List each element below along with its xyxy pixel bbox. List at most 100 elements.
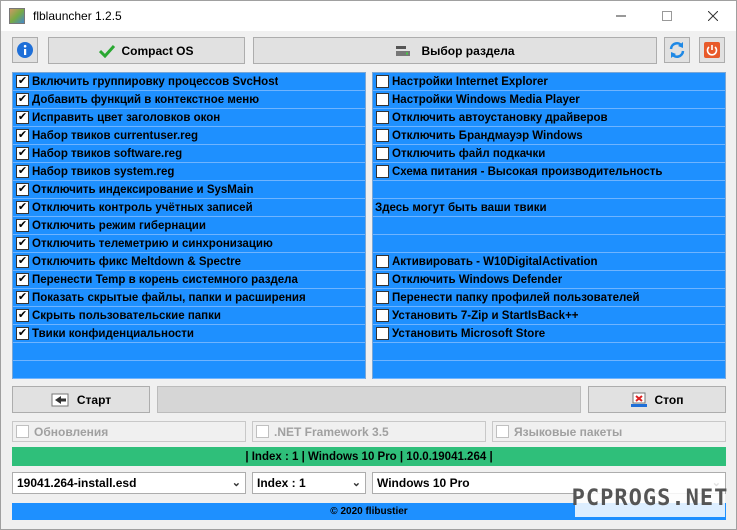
tweak-label: Набор твиков software.reg	[32, 147, 183, 160]
tweak-row[interactable]: Активировать - W10DigitalActivation	[373, 253, 725, 271]
window-controls	[598, 1, 736, 31]
tweak-row[interactable]: ✔ Твики конфиденциальности	[13, 325, 365, 343]
tweak-checkbox[interactable]: ✔	[16, 75, 29, 88]
tweak-row[interactable]: Отключить автоустановку драйверов	[373, 109, 725, 127]
stop-icon	[630, 392, 647, 407]
tweak-checkbox[interactable]	[376, 291, 389, 304]
start-label: Старт	[76, 392, 112, 407]
tweak-row[interactable]: Перенести папку профилей пользователей	[373, 289, 725, 307]
close-button[interactable]	[690, 1, 736, 31]
tweak-checkbox[interactable]: ✔	[16, 111, 29, 124]
tweak-checkbox[interactable]: ✔	[16, 309, 29, 322]
tweak-checkbox[interactable]	[376, 93, 389, 106]
tweak-row[interactable]: Установить 7-Zip и StartIsBack++	[373, 307, 725, 325]
watermark-text: PCPROGS.NET	[571, 485, 729, 511]
tweak-checkbox[interactable]: ✔	[16, 291, 29, 304]
image-file-select[interactable]: 19041.264-install.esd ⌄	[12, 472, 246, 494]
netfx-checkbox[interactable]	[256, 425, 269, 438]
stop-label: Стоп	[654, 392, 684, 407]
minimize-icon	[616, 15, 626, 17]
tweak-label: Перенести папку профилей пользователей	[392, 291, 640, 304]
tweak-checkbox[interactable]	[376, 309, 389, 322]
tweak-label: Отключить Windows Defender	[392, 273, 563, 286]
lang-packs-option[interactable]: Языковые пакеты	[492, 421, 726, 442]
tweak-checkbox[interactable]	[376, 165, 389, 178]
tweak-checkbox[interactable]: ✔	[16, 129, 29, 142]
tweak-row[interactable]: Отключить Брандмауэр Windows	[373, 127, 725, 145]
netfx-label: .NET Framework 3.5	[274, 424, 389, 439]
tweak-checkbox[interactable]	[376, 129, 389, 142]
edition-value: Windows 10 Pro	[377, 476, 470, 490]
stop-button[interactable]: Стоп	[588, 386, 726, 413]
image-info-bar: | Index : 1 | Windows 10 Pro | 10.0.1904…	[12, 447, 726, 466]
tweak-checkbox[interactable]	[376, 273, 389, 286]
tweak-checkbox[interactable]: ✔	[16, 273, 29, 286]
tweak-row[interactable]: Отключить Windows Defender	[373, 271, 725, 289]
empty-row	[373, 235, 725, 253]
tweak-row[interactable]: Настройки Internet Explorer	[373, 73, 725, 91]
tweak-row[interactable]: ✔ Перенести Temp в корень системного разд…	[13, 271, 365, 289]
tweak-label: Показать скрытые файлы, папки и расширен…	[32, 291, 306, 304]
tweak-label: Набор твиков currentuser.reg	[32, 129, 199, 142]
tweak-checkbox[interactable]: ✔	[16, 255, 29, 268]
close-icon	[708, 11, 718, 21]
refresh-button[interactable]	[664, 37, 690, 63]
power-icon	[704, 42, 720, 58]
tweak-checkbox[interactable]: ✔	[16, 147, 29, 160]
drive-icon	[396, 45, 411, 56]
tweak-row[interactable]: ✔ Набор твиков currentuser.reg	[13, 127, 365, 145]
tweak-checkbox[interactable]	[376, 255, 389, 268]
compact-os-button[interactable]: Compact OS	[48, 37, 245, 64]
updates-checkbox[interactable]	[16, 425, 29, 438]
tweak-checkbox[interactable]: ✔	[16, 183, 29, 196]
netfx-option[interactable]: .NET Framework 3.5	[252, 421, 486, 442]
tweak-checkbox[interactable]	[376, 75, 389, 88]
tweak-checkbox[interactable]: ✔	[16, 165, 29, 178]
tweak-row[interactable]: Отключить файл подкачки	[373, 145, 725, 163]
left-tweaks-panel: ✔ Включить группировку процессов SvcHost ✔…	[12, 72, 366, 379]
tweak-checkbox[interactable]	[376, 147, 389, 160]
tweak-row[interactable]: ✔ Отключить фикс Meltdown & Spectre	[13, 253, 365, 271]
tweak-label: Скрыть пользовательские папки	[32, 309, 221, 322]
tweak-row[interactable]: ✔ Отключить телеметрию и синхронизацию	[13, 235, 365, 253]
start-button[interactable]: Старт	[12, 386, 150, 413]
updates-option[interactable]: Обновления	[12, 421, 246, 442]
tweak-checkbox[interactable]: ✔	[16, 93, 29, 106]
tweak-row[interactable]: ✔ Отключить индексирование и SysMain	[13, 181, 365, 199]
tweak-checkbox[interactable]	[376, 111, 389, 124]
index-select[interactable]: Index : 1 ⌄	[252, 472, 366, 494]
tweak-row[interactable]: ✔ Отключить контроль учётных записей	[13, 199, 365, 217]
tweak-row[interactable]: ✔ Отключить режим гибернации	[13, 217, 365, 235]
watermark-logo: PCPROGS.NET	[572, 479, 727, 517]
tweak-row[interactable]: ✔ Добавить функций в контекстное меню	[13, 91, 365, 109]
minimize-button[interactable]	[598, 1, 644, 31]
tweak-checkbox[interactable]: ✔	[16, 219, 29, 232]
tweak-row[interactable]: ✔ Набор твиков system.reg	[13, 163, 365, 181]
choose-section-button[interactable]: Выбор раздела	[253, 37, 657, 64]
empty-row	[13, 361, 365, 379]
empty-row	[373, 217, 725, 235]
tweak-row[interactable]: ✔ Набор твиков software.reg	[13, 145, 365, 163]
refresh-icon	[669, 42, 685, 58]
tweak-row[interactable]: ✔ Скрыть пользовательские папки	[13, 307, 365, 325]
tweak-row[interactable]: Установить Microsoft Store	[373, 325, 725, 343]
tweak-row[interactable]: Схема питания - Высокая производительнос…	[373, 163, 725, 181]
lang-packs-label: Языковые пакеты	[514, 424, 623, 439]
tweak-checkbox[interactable]: ✔	[16, 327, 29, 340]
tweak-row[interactable]: ✔ Включить группировку процессов SvcHost	[13, 73, 365, 91]
tweak-row[interactable]: ✔ Показать скрытые файлы, папки и расшире…	[13, 289, 365, 307]
app-window: flblauncher 1.2.5 Compact OS Выбор разде…	[0, 0, 737, 530]
tweak-checkbox[interactable]: ✔	[16, 201, 29, 214]
tweak-label: Активировать - W10DigitalActivation	[392, 255, 598, 268]
tweak-checkbox[interactable]: ✔	[16, 237, 29, 250]
image-file-value: 19041.264-install.esd	[17, 476, 137, 490]
tweak-row[interactable]: Настройки Windows Media Player	[373, 91, 725, 109]
app-icon	[9, 8, 25, 24]
info-button[interactable]	[12, 37, 38, 63]
lang-packs-checkbox[interactable]	[496, 425, 509, 438]
tweak-checkbox[interactable]	[376, 327, 389, 340]
title-bar[interactable]: flblauncher 1.2.5	[1, 1, 736, 31]
maximize-button[interactable]	[644, 1, 690, 31]
power-button[interactable]	[699, 37, 725, 63]
tweak-row[interactable]: ✔ Исправить цвет заголовков окон	[13, 109, 365, 127]
